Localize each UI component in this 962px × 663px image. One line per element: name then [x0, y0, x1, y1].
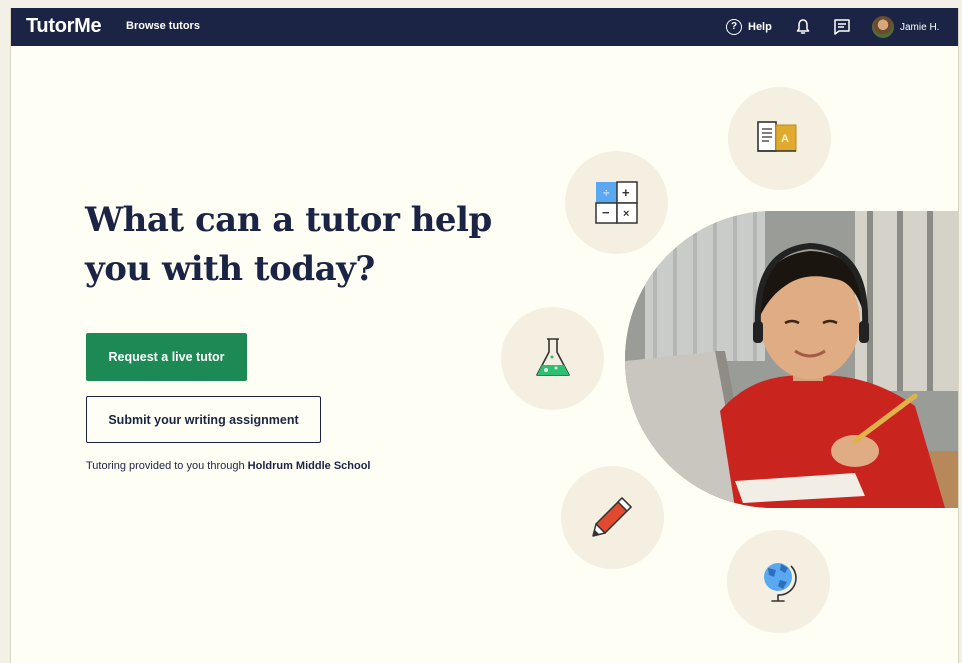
page-title: What can a tutor help you with today? — [85, 200, 492, 289]
submit-writing-button[interactable]: Submit your writing assignment — [86, 396, 321, 443]
school-name: Holdrum Middle School — [247, 460, 371, 472]
svg-text:+: + — [622, 185, 630, 200]
help-button[interactable]: ? Help — [726, 18, 772, 36]
logo[interactable]: TutorMe — [26, 15, 102, 38]
browse-tutors-link[interactable]: Browse tutors — [126, 20, 200, 32]
messages-icon[interactable] — [833, 18, 851, 36]
help-label: Help — [748, 21, 772, 33]
page: TutorMe Browse tutors ? Help Jamie H. Wh… — [10, 8, 959, 663]
provider-prefix: Tutoring provided to you through — [86, 460, 245, 472]
books-icon: A — [757, 121, 797, 152]
student-illustration — [625, 211, 958, 508]
globe-icon — [764, 563, 797, 602]
user-name: Jamie H. — [900, 21, 940, 33]
calculator-circle: ÷ + − × — [565, 151, 668, 254]
svg-text:A: A — [781, 133, 789, 145]
calculator-icon: ÷ + − × — [595, 181, 638, 224]
svg-text:÷: ÷ — [603, 186, 610, 200]
books-circle: A — [728, 87, 831, 190]
student-photo — [625, 211, 958, 508]
bell-icon[interactable] — [795, 18, 811, 36]
svg-text:−: − — [602, 205, 610, 220]
svg-text:×: × — [623, 208, 629, 220]
user-menu[interactable]: Jamie H. — [872, 15, 939, 39]
request-live-tutor-button[interactable]: Request a live tutor — [86, 333, 247, 381]
pencil-icon — [592, 496, 633, 537]
avatar — [872, 16, 894, 38]
top-nav: TutorMe Browse tutors ? Help Jamie H. — [11, 8, 958, 46]
help-icon: ? — [726, 19, 742, 35]
globe-circle — [727, 530, 830, 633]
flask-icon — [536, 338, 570, 376]
flask-circle — [501, 307, 604, 410]
provider-note: Tutoring provided to you through Holdrum… — [86, 460, 371, 472]
pencil-circle — [561, 466, 664, 569]
